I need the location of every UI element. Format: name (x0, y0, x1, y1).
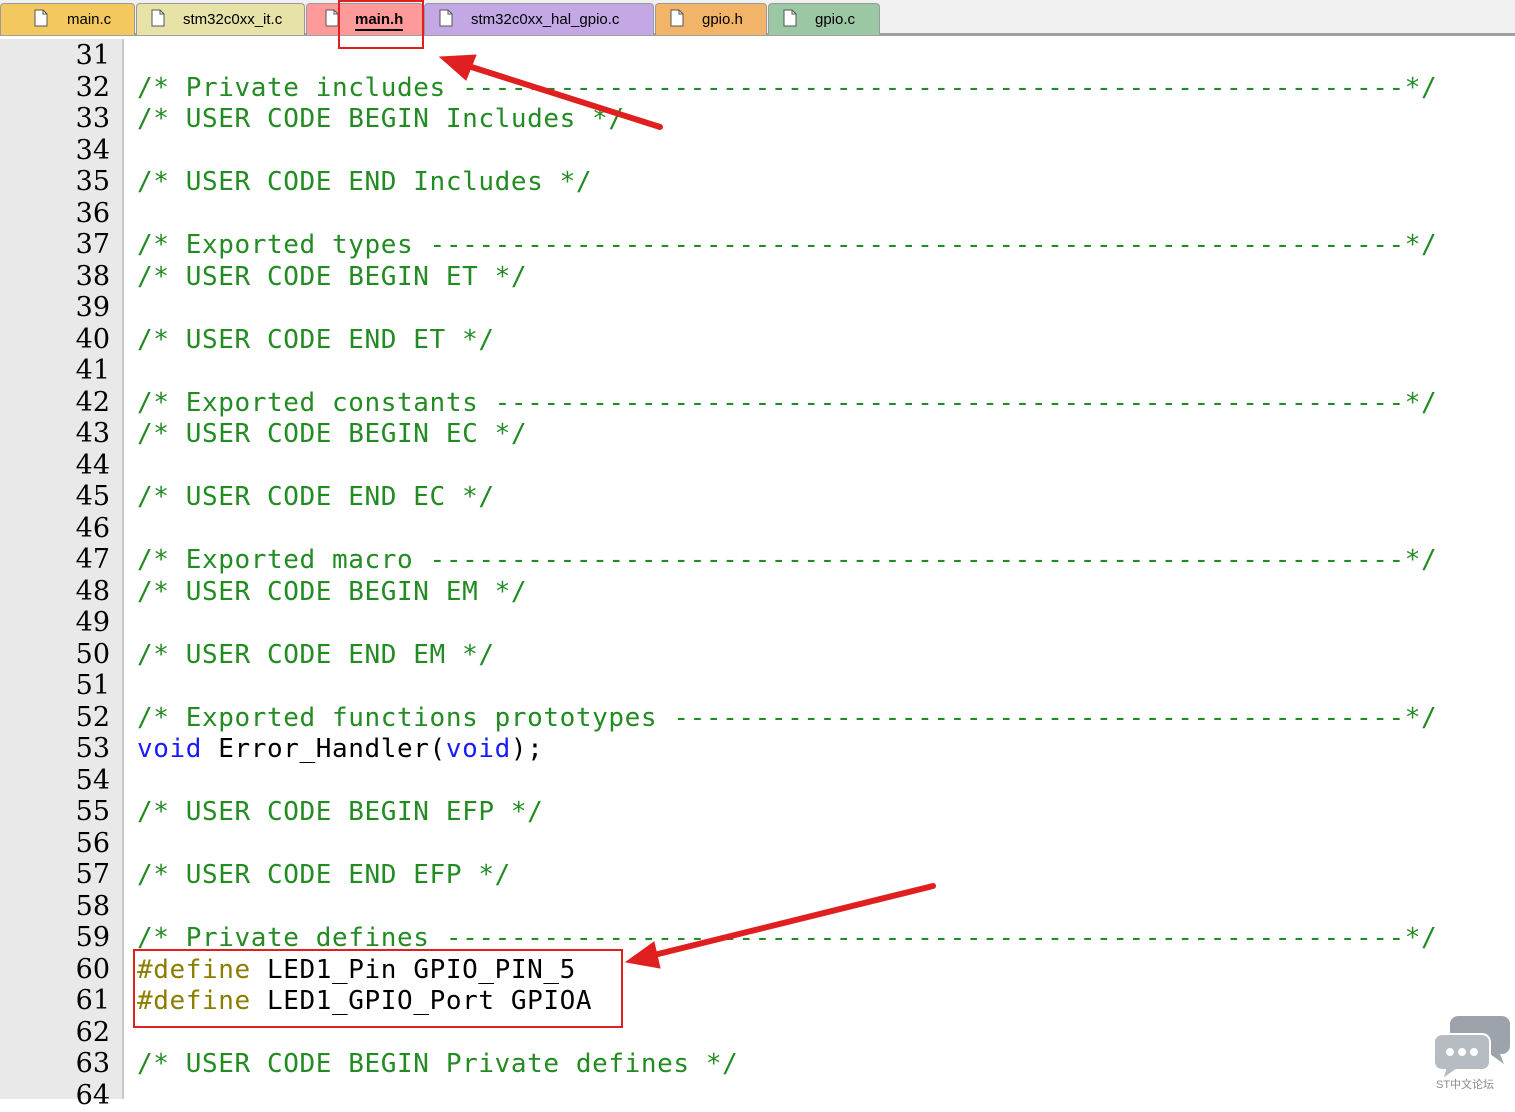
watermark-text: ST中文论坛 (1436, 1079, 1495, 1091)
annotation-arrows (438, 54, 936, 969)
arrow-to-defines (624, 883, 936, 969)
arrow-to-tab (438, 54, 663, 130)
